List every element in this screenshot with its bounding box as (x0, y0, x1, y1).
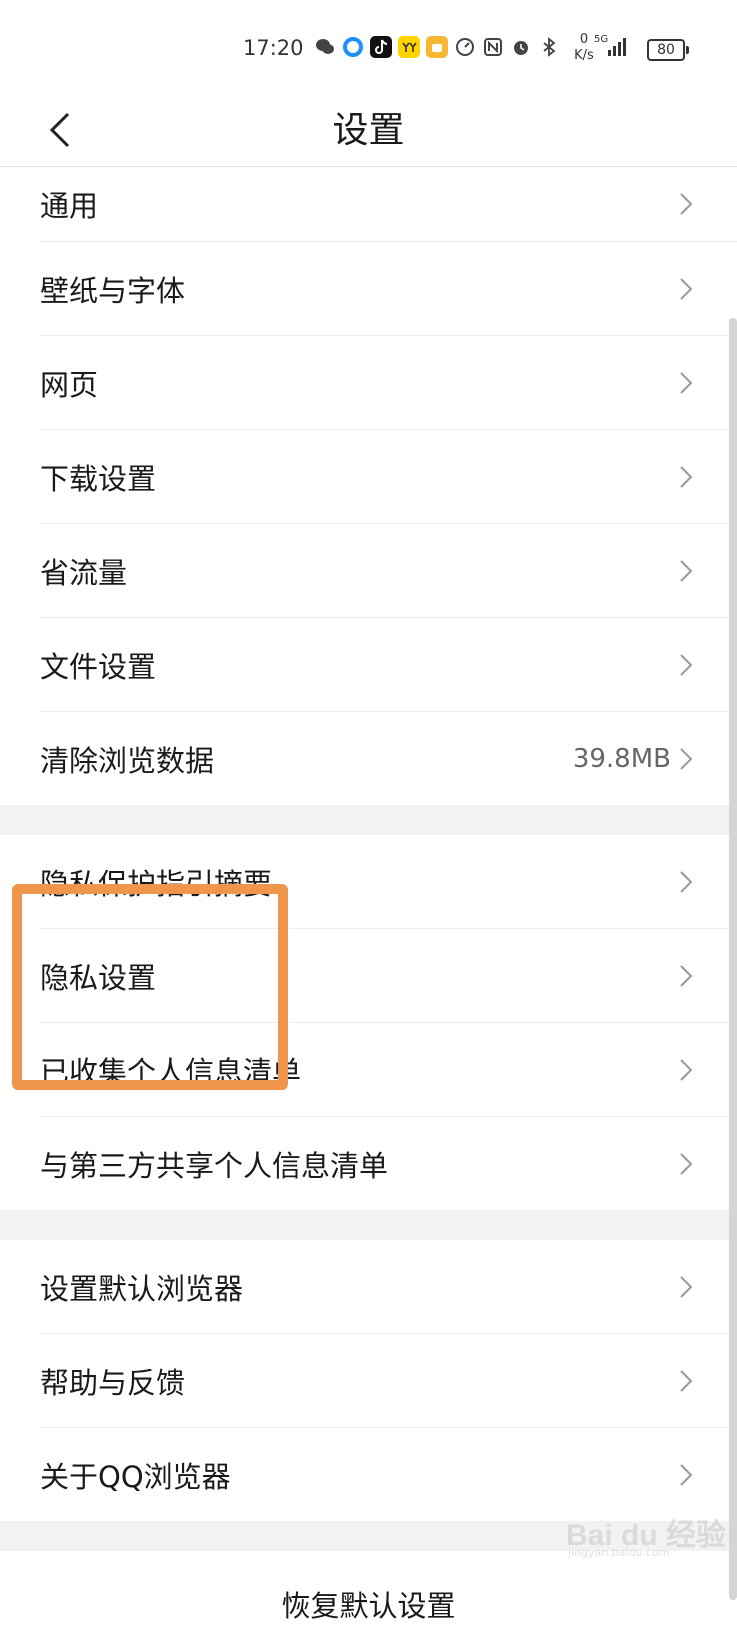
nfc-icon (482, 36, 504, 58)
settings-item-collected-info[interactable]: 已收集个人信息清单 (40, 1023, 737, 1117)
bluetooth-icon (538, 36, 560, 58)
settings-item-third-party-sharing[interactable]: 与第三方共享个人信息清单 (40, 1117, 737, 1210)
settings-list: 通用 壁纸与字体 网页 下载设置 省流量 文件设置 清除浏览数据 39.8MB (0, 167, 737, 1551)
settings-item-general[interactable]: 通用 (40, 167, 737, 242)
settings-item-help-feedback[interactable]: 帮助与反馈 (40, 1334, 737, 1428)
notification-icons (314, 36, 560, 58)
browser-app-icon (342, 36, 364, 58)
chevron-right-icon (680, 1463, 693, 1486)
settings-item-label: 壁纸与字体 (40, 273, 186, 308)
status-time: 17:20 (243, 36, 304, 60)
chevron-right-icon (680, 559, 693, 582)
settings-item-default-browser[interactable]: 设置默认浏览器 (40, 1240, 737, 1334)
chevron-right-icon (680, 371, 693, 394)
chevron-right-icon (680, 747, 693, 770)
settings-item-webpage[interactable]: 网页 (40, 336, 737, 430)
chevron-right-icon (680, 1058, 693, 1081)
settings-item-label: 下载设置 (40, 461, 157, 496)
settings-group-privacy: 隐私保护指引摘要 隐私设置 已收集个人信息清单 与第三方共享个人信息清单 (0, 835, 737, 1210)
page-title: 设置 (332, 110, 405, 151)
settings-item-label: 网页 (40, 367, 99, 402)
settings-item-label: 隐私设置 (40, 960, 157, 995)
app-header: 设置 (0, 96, 737, 167)
baidu-watermark: Bai du 经验 jingyan.baidu.com (566, 1500, 726, 1560)
settings-item-label: 关于QQ浏览器 (40, 1459, 231, 1494)
signal-icon: 5G (594, 34, 630, 62)
status-bar: 17:20 0 K/s 5G 80 (0, 0, 737, 96)
chevron-right-icon (680, 193, 693, 215)
settings-group-general: 通用 壁纸与字体 网页 下载设置 省流量 文件设置 清除浏览数据 39.8MB (0, 167, 737, 805)
settings-item-label: 已收集个人信息清单 (40, 1054, 302, 1089)
chevron-right-icon (680, 653, 693, 676)
chevron-right-icon (680, 465, 693, 488)
settings-item-data-saver[interactable]: 省流量 (40, 524, 737, 618)
chevron-right-icon (680, 870, 693, 893)
cache-size-value: 39.8MB (572, 743, 671, 774)
settings-item-label: 设置默认浏览器 (40, 1271, 244, 1306)
watermark-url: jingyan.baidu.com (568, 1546, 670, 1559)
chevron-right-icon (680, 277, 693, 300)
settings-item-label: 文件设置 (40, 649, 157, 684)
scrollbar[interactable] (729, 318, 737, 1600)
battery-indicator: 80 (647, 39, 689, 61)
settings-item-clear-data[interactable]: 清除浏览数据 39.8MB (40, 712, 737, 805)
settings-item-wallpaper-font[interactable]: 壁纸与字体 (40, 242, 737, 336)
speed-icon (454, 36, 476, 58)
settings-item-label: 通用 (40, 189, 99, 223)
chevron-right-icon (680, 1369, 693, 1392)
settings-item-privacy-summary[interactable]: 隐私保护指引摘要 (40, 835, 737, 929)
network-type: 5G (594, 34, 609, 45)
group-separator (0, 1210, 737, 1240)
restore-defaults-button[interactable]: 恢复默认设置 (0, 1583, 737, 1625)
settings-item-privacy-settings[interactable]: 隐私设置 (40, 929, 737, 1023)
cup-app-icon (426, 36, 448, 58)
tiktok-icon (370, 36, 392, 58)
group-separator (0, 805, 737, 835)
yy-app-icon (398, 36, 420, 58)
chevron-right-icon (680, 964, 693, 987)
settings-item-download[interactable]: 下载设置 (40, 430, 737, 524)
settings-item-file[interactable]: 文件设置 (40, 618, 737, 712)
chevron-right-icon (680, 1152, 693, 1175)
settings-item-label: 清除浏览数据 (40, 743, 215, 778)
settings-item-label: 省流量 (40, 555, 128, 590)
settings-item-label: 帮助与反馈 (40, 1365, 186, 1400)
settings-item-label: 隐私保护指引摘要 (40, 866, 273, 901)
settings-group-about: 设置默认浏览器 帮助与反馈 关于QQ浏览器 (0, 1240, 737, 1521)
chevron-right-icon (680, 1275, 693, 1298)
settings-item-label: 与第三方共享个人信息清单 (40, 1148, 389, 1183)
alarm-icon (510, 36, 532, 58)
wechat-icon (314, 36, 336, 58)
